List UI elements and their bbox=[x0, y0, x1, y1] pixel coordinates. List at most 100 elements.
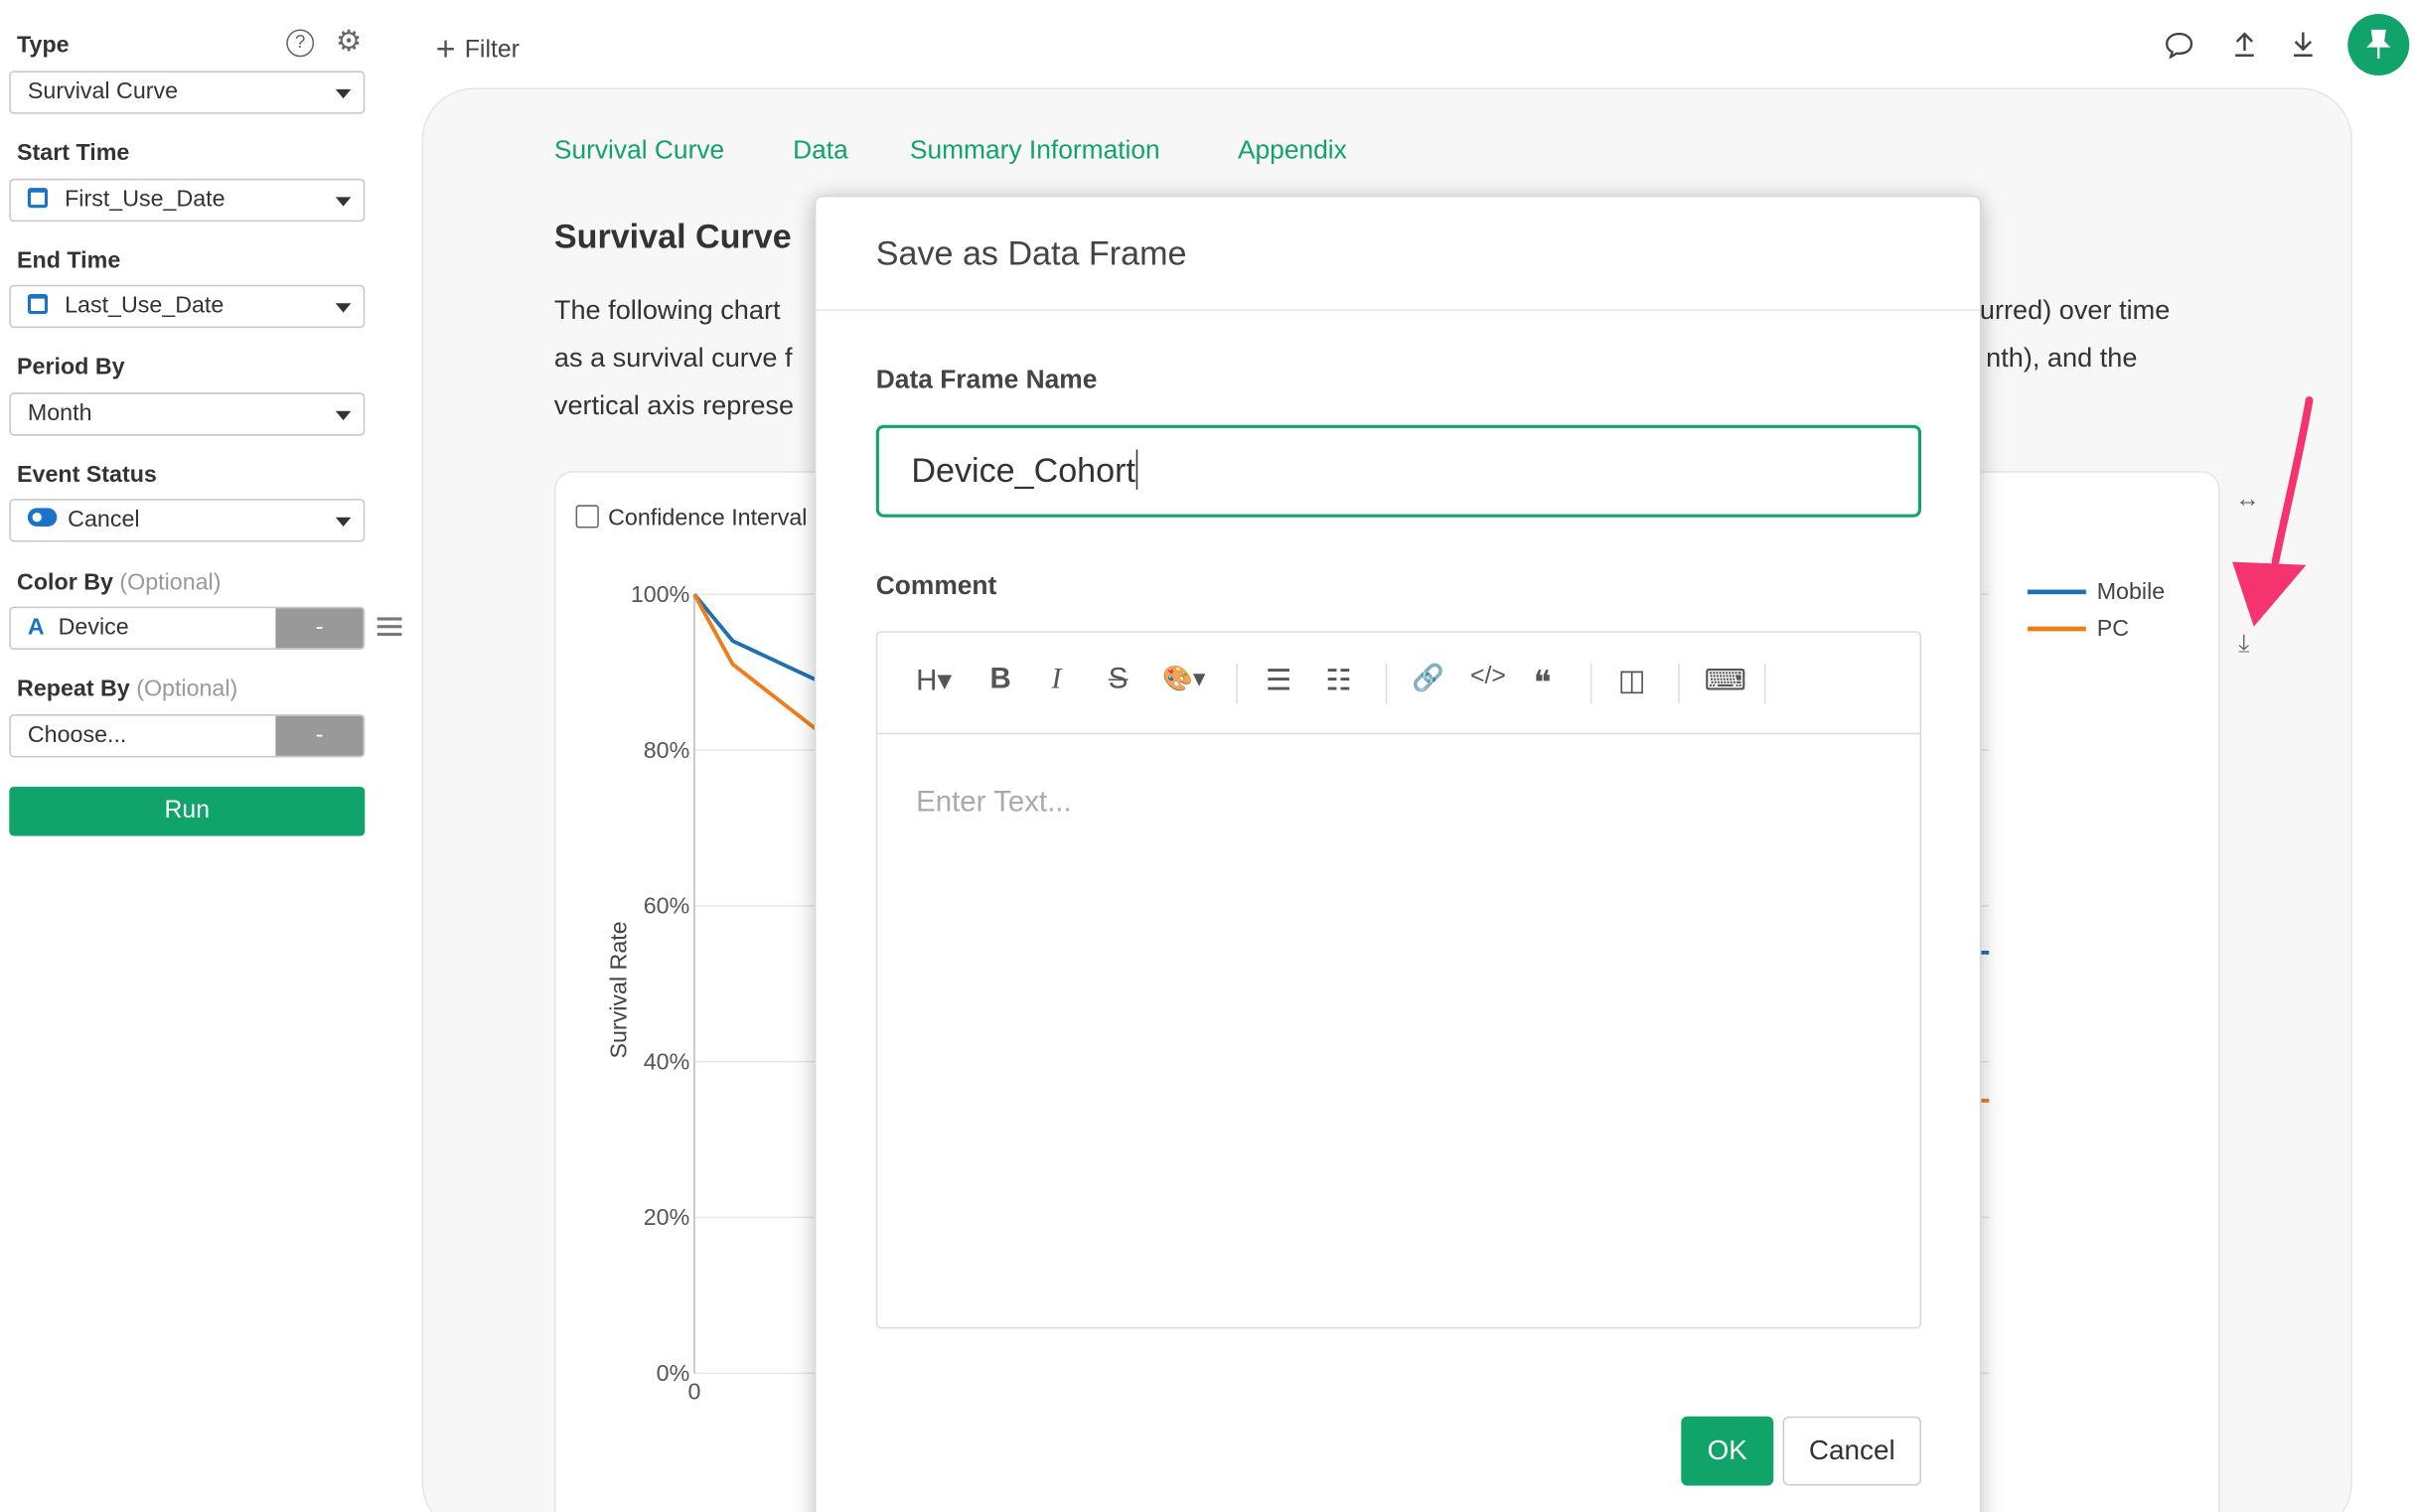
toolbar-divider bbox=[1678, 663, 1680, 704]
quote-icon[interactable]: ❝ bbox=[1534, 664, 1552, 703]
comment-icon[interactable] bbox=[2165, 31, 2193, 59]
text-type-icon: A bbox=[27, 614, 45, 641]
code-icon[interactable]: </> bbox=[1470, 664, 1506, 691]
annotation-arrow bbox=[2232, 396, 2314, 627]
save-data-frame-dialog: Save as Data Frame Data Frame Name Devic… bbox=[814, 195, 1982, 1512]
type-label: Type bbox=[17, 32, 70, 59]
run-button[interactable]: Run bbox=[9, 786, 366, 836]
tab-summary-information[interactable]: Summary Information bbox=[910, 135, 1160, 166]
chevron-down-icon bbox=[335, 88, 352, 99]
calendar-icon bbox=[27, 293, 49, 315]
menu-icon[interactable] bbox=[377, 617, 402, 637]
confidence-interval-label: Confidence Interval bbox=[608, 505, 808, 531]
description-text: urred) over time bbox=[1979, 293, 2171, 325]
event-status-value: Cancel bbox=[68, 506, 140, 533]
confidence-interval-checkbox[interactable]: Confidence Interval bbox=[575, 505, 808, 531]
chevron-down-icon bbox=[335, 517, 352, 527]
type-select[interactable]: Survival Curve bbox=[9, 71, 366, 114]
y-tick-label: 80% bbox=[644, 737, 690, 763]
link-icon[interactable]: 🔗 bbox=[1412, 664, 1444, 694]
calendar-icon bbox=[27, 188, 49, 209]
upload-icon[interactable] bbox=[2232, 29, 2257, 58]
bullet-list-icon[interactable]: ☰ bbox=[1266, 664, 1291, 699]
tab-appendix[interactable]: Appendix bbox=[1238, 135, 1347, 166]
bold-icon[interactable]: B bbox=[989, 664, 1010, 697]
start-time-select[interactable]: First_Use_Date bbox=[9, 178, 366, 223]
dialog-title: Save as Data Frame bbox=[875, 233, 1187, 273]
color-by-select[interactable]: A Device - bbox=[9, 606, 366, 650]
download-icon[interactable] bbox=[2291, 29, 2316, 58]
color-by-value: Device bbox=[58, 614, 129, 641]
y-tick-label: 40% bbox=[644, 1048, 690, 1074]
gear-icon[interactable]: ⚙ bbox=[336, 25, 362, 61]
repeat-by-value: Choose... bbox=[27, 721, 127, 749]
description-text: as a survival curve f bbox=[553, 342, 793, 374]
y-tick-label: 20% bbox=[644, 1204, 690, 1230]
start-time-value: First_Use_Date bbox=[65, 186, 226, 213]
color-palette-icon[interactable]: 🎨▾ bbox=[1162, 664, 1205, 694]
strikethrough-icon[interactable]: S bbox=[1109, 664, 1129, 697]
period-by-label: Period By bbox=[17, 354, 125, 380]
toolbar-divider bbox=[1763, 663, 1766, 704]
cancel-button[interactable]: Cancel bbox=[1782, 1416, 1922, 1486]
event-status-select[interactable]: Cancel bbox=[9, 499, 366, 542]
help-icon[interactable]: ? bbox=[286, 29, 315, 58]
color-by-label-text: Color By bbox=[17, 569, 113, 596]
comment-editor[interactable]: H▾ B I S 🎨▾ ☰ ☷ 🔗 </> ❝ ◫ ⌨ Enter Text..… bbox=[875, 631, 1922, 1329]
end-time-label: End Time bbox=[17, 247, 121, 274]
start-time-label: Start Time bbox=[17, 140, 130, 167]
data-frame-name-input[interactable]: Device_Cohort bbox=[875, 424, 1922, 518]
optional-tag: (Optional) bbox=[119, 569, 222, 596]
repeat-by-label: Repeat By (Optional) bbox=[17, 676, 237, 701]
comment-label: Comment bbox=[875, 570, 997, 601]
pin-icon bbox=[2366, 29, 2391, 59]
legend-swatch-pc bbox=[2027, 626, 2086, 631]
color-by-label: Color By (Optional) bbox=[17, 569, 221, 595]
repeat-by-select[interactable]: Choose... - bbox=[9, 714, 366, 758]
app-root: Type ? ⚙ Survival Curve Start Time First… bbox=[0, 0, 2414, 1512]
side-by-side-icon[interactable]: ◫ bbox=[1618, 664, 1646, 699]
y-tick-label: 60% bbox=[644, 893, 690, 919]
y-tick-label: 100% bbox=[631, 581, 689, 607]
type-select-value: Survival Curve bbox=[27, 78, 179, 105]
text-cursor bbox=[1134, 449, 1137, 490]
toolbar-divider bbox=[1236, 663, 1238, 704]
description-text: The following chart bbox=[553, 293, 781, 325]
legend-mobile: Mobile bbox=[2096, 578, 2166, 606]
description-text: vertical axis represe bbox=[553, 389, 795, 421]
filter-button[interactable]: + Filter bbox=[436, 29, 520, 69]
y-tick-label: 0% bbox=[657, 1360, 690, 1386]
data-frame-name-label: Data Frame Name bbox=[875, 365, 1098, 394]
repeat-by-label-text: Repeat By bbox=[17, 676, 130, 702]
keyboard-icon[interactable]: ⌨ bbox=[1705, 664, 1747, 699]
legend-pc: PC bbox=[2096, 615, 2129, 643]
period-by-select[interactable]: Month bbox=[9, 392, 366, 436]
color-by-clear-button[interactable]: - bbox=[275, 608, 364, 649]
chevron-down-icon bbox=[335, 303, 352, 313]
numbered-list-icon[interactable]: ☷ bbox=[1325, 664, 1351, 699]
plus-icon: + bbox=[435, 29, 456, 69]
description-text: nth), and the bbox=[1986, 342, 2138, 374]
end-time-select[interactable]: Last_Use_Date bbox=[9, 284, 366, 329]
editor-placeholder: Enter Text... bbox=[916, 786, 1072, 820]
heading-icon[interactable]: H▾ bbox=[916, 664, 952, 699]
editor-toolbar: H▾ B I S 🎨▾ ☰ ☷ 🔗 </> ❝ ◫ ⌨ bbox=[877, 633, 1920, 735]
data-frame-name-value: Device_Cohort bbox=[911, 451, 1135, 490]
tab-survival-curve[interactable]: Survival Curve bbox=[554, 135, 724, 166]
ok-button[interactable]: OK bbox=[1681, 1416, 1774, 1486]
x-tick-label: 0 bbox=[687, 1379, 700, 1405]
event-status-label: Event Status bbox=[17, 461, 157, 489]
toolbar-divider bbox=[1385, 663, 1388, 704]
italic-icon[interactable]: I bbox=[1051, 664, 1061, 697]
tab-data[interactable]: Data bbox=[793, 135, 848, 166]
y-axis-label: Survival Rate bbox=[606, 921, 632, 1058]
repeat-by-clear-button[interactable]: - bbox=[275, 715, 364, 756]
chevron-down-icon bbox=[335, 410, 352, 421]
end-time-value: Last_Use_Date bbox=[65, 292, 225, 319]
divider bbox=[816, 309, 1980, 312]
series-line-mobile bbox=[692, 592, 834, 690]
pin-button[interactable] bbox=[2347, 13, 2410, 76]
toggle-icon bbox=[27, 508, 58, 527]
series-line-pc bbox=[692, 593, 834, 744]
legend-swatch-mobile bbox=[2027, 589, 2086, 594]
